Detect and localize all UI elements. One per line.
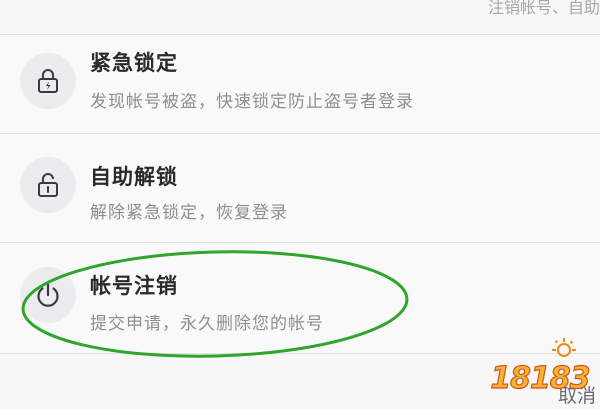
icon-container [20, 53, 76, 109]
unlock-icon [38, 173, 58, 197]
icon-container [20, 157, 76, 213]
top-hint-text: 注销帐号、自助 [487, 0, 600, 17]
watermark-sun-icon [552, 338, 576, 357]
svg-text:18183: 18183 [490, 361, 589, 396]
list-item-emergency-lock[interactable]: 紧急锁定 发现帐号被盗，快速锁定防止盗号者登录 [0, 35, 600, 133]
item-description: 提交申请，永久删除您的帐号 [90, 314, 324, 334]
list-item-self-unlock[interactable]: 自助解锁 解除紧急锁定，恢复登录 [0, 134, 600, 242]
item-title: 紧急锁定 [90, 51, 178, 75]
site-watermark-logo: 18183 [490, 338, 590, 397]
item-description: 解除紧急锁定，恢复登录 [90, 203, 288, 223]
top-strip: 注销帐号、自助 [0, 0, 600, 34]
power-icon [37, 283, 59, 307]
item-title: 帐号注销 [90, 274, 178, 298]
emergency-lock-icon [38, 69, 58, 93]
item-title: 自助解锁 [90, 165, 178, 189]
icon-container [20, 267, 76, 323]
item-description: 发现帐号被盗，快速锁定防止盗号者登录 [90, 92, 414, 112]
